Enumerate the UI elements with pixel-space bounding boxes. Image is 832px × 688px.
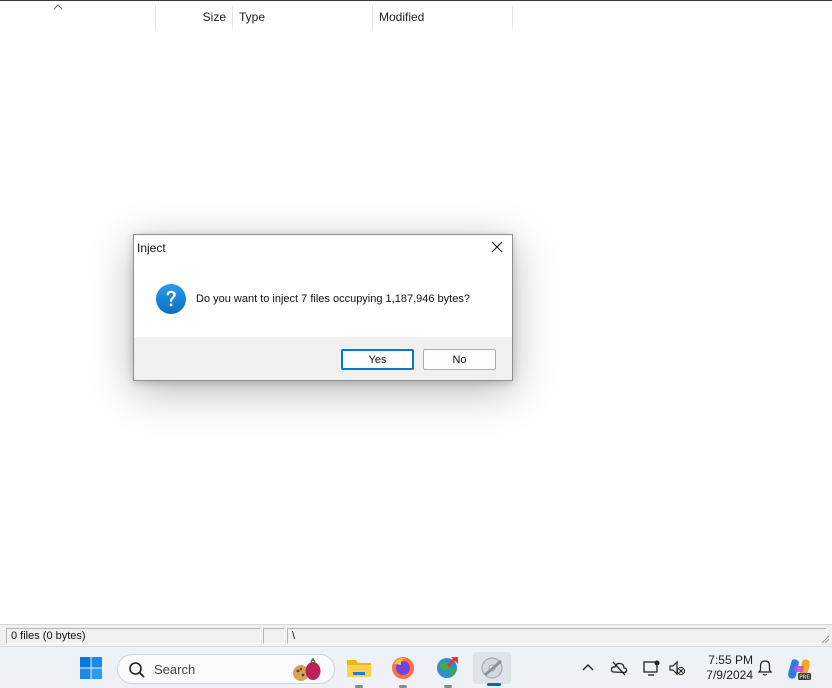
taskbar-app-file-explorer[interactable] — [345, 655, 373, 688]
question-icon — [156, 284, 186, 314]
column-header-size[interactable]: Size — [156, 5, 233, 29]
dialog-content: Do you want to inject 7 files occupying … — [134, 261, 512, 337]
clock-date: 7/9/2024 — [706, 668, 753, 682]
taskbar-app-firefox[interactable] — [389, 655, 417, 688]
firefox-icon — [392, 657, 414, 679]
taskbar-search-box[interactable]: Search — [117, 654, 335, 684]
copilot-icon[interactable]: PRE — [786, 656, 812, 682]
dialog-message: Do you want to inject 7 files occupying … — [196, 293, 470, 305]
resize-grip-icon[interactable] — [820, 634, 830, 644]
taskbar: Search 7:55 PM 7/9/2024 PRE — [0, 646, 832, 688]
taskbar-clock[interactable]: 7:55 PM 7/9/2024 — [697, 653, 753, 685]
taskbar-app-download-manager[interactable] — [434, 655, 462, 688]
start-icon[interactable] — [77, 655, 105, 681]
status-middle-pane — [263, 628, 285, 644]
close-icon[interactable] — [490, 240, 504, 254]
status-path: \ — [287, 628, 827, 644]
inject-app-icon — [481, 657, 503, 679]
running-indicator — [487, 683, 501, 686]
network-disconnected-icon[interactable] — [610, 659, 628, 677]
taskbar-app-inject[interactable] — [473, 652, 511, 686]
search-highlight-icon — [293, 658, 321, 681]
inject-dialog: Inject Do you want to inject 7 files occ… — [133, 234, 513, 381]
speaker-muted-icon[interactable] — [668, 659, 686, 677]
status-files-summary: 0 files (0 bytes) — [6, 628, 261, 644]
search-icon — [129, 662, 145, 678]
chevron-up-icon[interactable] — [579, 659, 597, 677]
column-header-type[interactable]: Type — [233, 5, 373, 29]
status-bar: 0 files (0 bytes) \ — [0, 624, 832, 646]
column-header-modified[interactable]: Modified — [373, 5, 513, 29]
no-button[interactable]: No — [423, 349, 496, 370]
clock-time: 7:55 PM — [708, 653, 753, 667]
file-list-header: Size Type Modified — [0, 0, 832, 30]
yes-button[interactable]: Yes — [341, 349, 414, 370]
globe-download-icon — [437, 657, 458, 678]
dialog-title: Inject — [137, 241, 166, 255]
display-status-icon[interactable] — [642, 659, 660, 677]
column-header-name[interactable] — [0, 4, 156, 29]
screen: Size Type Modified 0 files (0 bytes) \ I… — [0, 0, 832, 688]
notification-bell-icon[interactable] — [756, 659, 774, 677]
file-explorer-icon — [347, 660, 371, 677]
sort-ascending-icon — [53, 4, 63, 10]
dialog-title-bar[interactable]: Inject — [134, 235, 512, 261]
search-placeholder: Search — [154, 662, 196, 677]
svg-text:PRE: PRE — [799, 675, 810, 681]
